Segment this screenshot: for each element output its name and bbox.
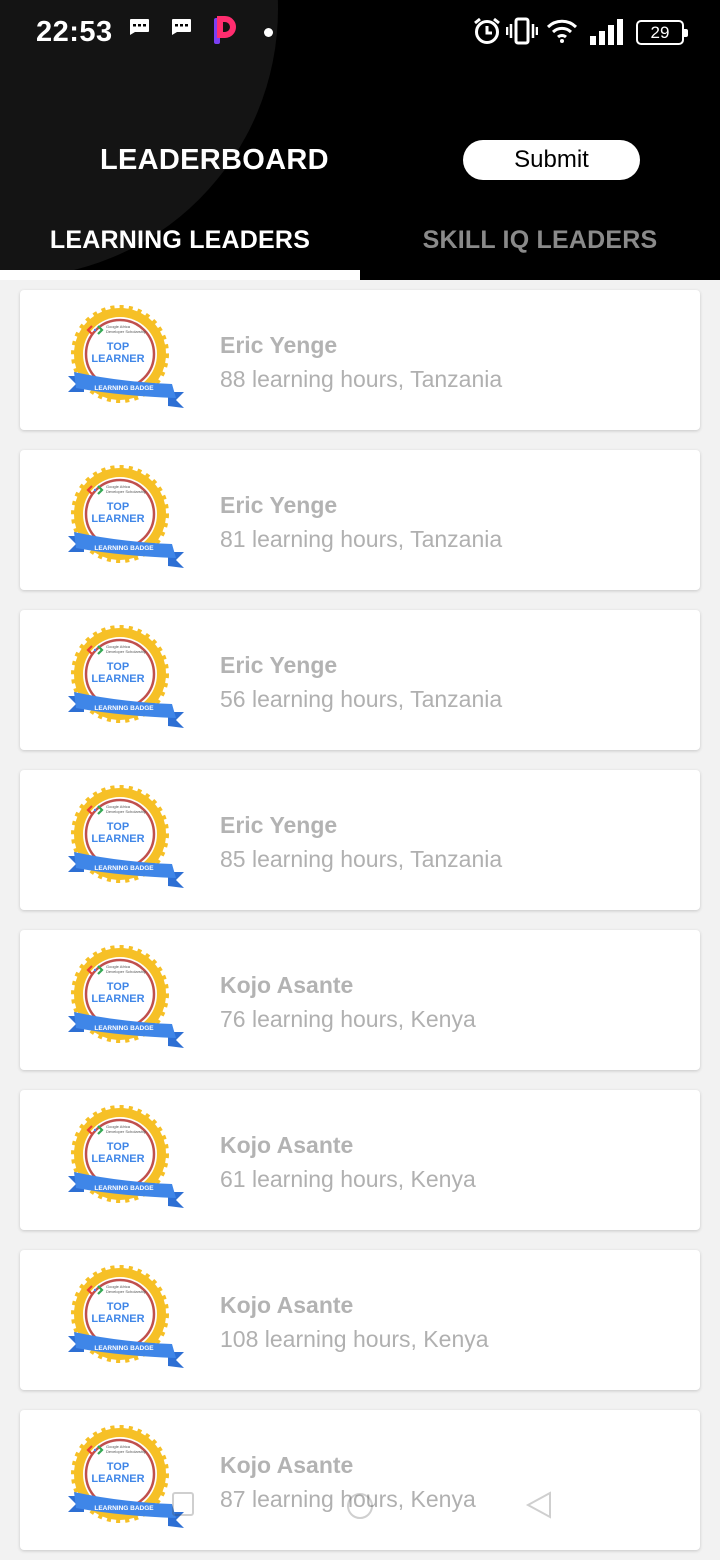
leader-hours-country: 88 learning hours, Tanzania <box>220 366 503 392</box>
badge-top-text: TOP <box>107 501 129 513</box>
top-learner-badge-icon: Google Africa Developer Scholarship TOP … <box>68 1425 184 1528</box>
leader-hours-country: 81 learning hours, Tanzania <box>220 526 503 552</box>
message-icon <box>172 19 191 35</box>
badge-top-text: TOP <box>107 1301 129 1313</box>
badge-top-text: TOP <box>107 981 129 993</box>
alarm-icon <box>474 17 500 44</box>
tab-learning-leaders[interactable]: LEARNING LEADERS <box>0 226 360 255</box>
badge-org-line2: Developer Scholarship <box>106 809 147 814</box>
wifi-icon <box>546 19 578 43</box>
badge-learner-text: LEARNER <box>91 513 144 525</box>
leader-card[interactable]: Google Africa Developer Scholarship TOP … <box>20 770 700 910</box>
badge-org-line2: Developer Scholarship <box>106 1449 147 1454</box>
top-learner-badge-icon: Google Africa Developer Scholarship TOP … <box>68 1105 184 1208</box>
badge-org-line2: Developer Scholarship <box>106 969 147 974</box>
submit-button[interactable]: Submit <box>463 140 640 180</box>
signal-icon <box>590 19 623 45</box>
dot-icon <box>264 28 273 37</box>
badge-learner-text: LEARNER <box>91 993 144 1005</box>
leader-card[interactable]: Google Africa Developer Scholarship TOP … <box>20 1250 700 1390</box>
leader-card[interactable]: Google Africa Developer Scholarship TOP … <box>20 1410 700 1550</box>
leader-hours-country: 108 learning hours, Kenya <box>220 1326 489 1352</box>
badge-org-line2: Developer Scholarship <box>106 329 147 334</box>
leader-card[interactable]: Google Africa Developer Scholarship TOP … <box>20 290 700 430</box>
status-time: 22:53 <box>36 16 113 48</box>
badge-org-line2: Developer Scholarship <box>106 1129 147 1134</box>
badge-learner-text: LEARNER <box>91 1473 144 1485</box>
badge-ribbon-text: LEARNING BADGE <box>94 545 154 552</box>
badge-top-text: TOP <box>107 1461 129 1473</box>
badge-ribbon-text: LEARNING BADGE <box>94 1505 154 1512</box>
status-bar: 22:53 29 <box>0 0 720 64</box>
badge-ribbon-text: LEARNING BADGE <box>94 1185 154 1192</box>
top-learner-badge-icon: Google Africa Developer Scholarship TOP … <box>68 625 184 728</box>
badge-learner-text: LEARNER <box>91 673 144 685</box>
leader-name: Eric Yenge <box>220 492 338 518</box>
badge-ribbon-text: LEARNING BADGE <box>94 385 154 392</box>
vibrate-icon <box>506 17 538 45</box>
badge-ribbon-text: LEARNING BADGE <box>94 1025 154 1032</box>
leader-name: Kojo Asante <box>220 1132 354 1158</box>
leader-name: Kojo Asante <box>220 972 354 998</box>
leader-hours-country: 61 learning hours, Kenya <box>220 1166 476 1192</box>
badge-learner-text: LEARNER <box>91 1153 144 1165</box>
badge-top-text: TOP <box>107 1141 129 1153</box>
leader-card[interactable]: Google Africa Developer Scholarship TOP … <box>20 450 700 590</box>
top-learner-badge-icon: Google Africa Developer Scholarship TOP … <box>68 465 184 568</box>
tab-indicator <box>0 270 360 280</box>
leader-name: Kojo Asante <box>220 1452 354 1478</box>
leader-name: Eric Yenge <box>220 332 338 358</box>
badge-top-text: TOP <box>107 821 129 833</box>
tab-skill-iq-leaders[interactable]: SKILL IQ LEADERS <box>360 226 720 255</box>
leader-hours-country: 56 learning hours, Tanzania <box>220 686 503 712</box>
badge-org-line2: Developer Scholarship <box>106 489 147 494</box>
badge-top-text: TOP <box>107 661 129 673</box>
badge-learner-text: LEARNER <box>91 353 144 365</box>
badge-learner-text: LEARNER <box>91 1313 144 1325</box>
leader-hours-country: 76 learning hours, Kenya <box>220 1006 476 1032</box>
badge-ribbon-text: LEARNING BADGE <box>94 865 154 872</box>
leader-hours-country: 87 learning hours, Kenya <box>220 1486 476 1512</box>
battery-icon: 29 <box>636 20 688 45</box>
page-title: LEADERBOARD <box>100 144 329 176</box>
battery-level: 29 <box>650 23 670 42</box>
leader-card[interactable]: Google Africa Developer Scholarship TOP … <box>20 930 700 1070</box>
badge-ribbon-text: LEARNING BADGE <box>94 1345 154 1352</box>
badge-org-line2: Developer Scholarship <box>106 649 147 654</box>
badge-ribbon-text: LEARNING BADGE <box>94 705 154 712</box>
badge-top-text: TOP <box>107 341 129 353</box>
p-app-icon <box>214 16 236 44</box>
message-icon <box>130 19 149 35</box>
leader-hours-country: 85 learning hours, Tanzania <box>220 846 503 872</box>
app-header: 22:53 29 LEADERBOARD Submit LEARNING LEA… <box>0 0 720 280</box>
leader-card[interactable]: Google Africa Developer Scholarship TOP … <box>20 610 700 750</box>
leader-name: Kojo Asante <box>220 1292 354 1318</box>
badge-learner-text: LEARNER <box>91 833 144 845</box>
badge-org-line2: Developer Scholarship <box>106 1289 147 1294</box>
leader-card[interactable]: Google Africa Developer Scholarship TOP … <box>20 1090 700 1230</box>
top-learner-badge-icon: Google Africa Developer Scholarship TOP … <box>68 1265 184 1368</box>
top-learner-badge-icon: Google Africa Developer Scholarship TOP … <box>68 785 184 888</box>
leader-name: Eric Yenge <box>220 652 338 678</box>
leader-name: Eric Yenge <box>220 812 338 838</box>
top-learner-badge-icon: Google Africa Developer Scholarship TOP … <box>68 305 184 408</box>
top-learner-badge-icon: Google Africa Developer Scholarship TOP … <box>68 945 184 1048</box>
leader-list: Google Africa Developer Scholarship TOP … <box>20 290 700 1560</box>
